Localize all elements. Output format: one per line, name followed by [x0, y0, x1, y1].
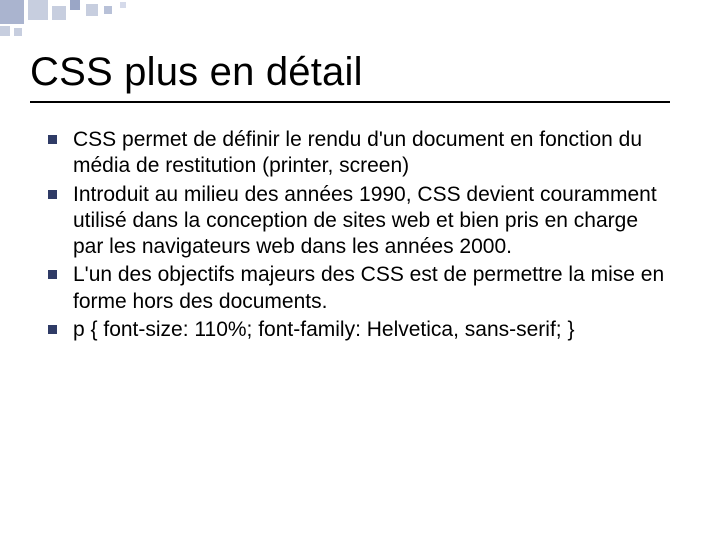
slide-title: CSS plus en détail	[30, 50, 690, 95]
list-item: Introduit au milieu des années 1990, CSS…	[48, 182, 690, 261]
slide: CSS plus en détail CSS permet de définir…	[30, 50, 690, 345]
title-underline	[30, 101, 670, 103]
list-item: L'un des objectifs majeurs des CSS est d…	[48, 262, 690, 315]
list-item: p { font-size: 110%; font-family: Helvet…	[48, 317, 690, 343]
list-item: CSS permet de définir le rendu d'un docu…	[48, 127, 690, 180]
list-item-text: CSS permet de définir le rendu d'un docu…	[73, 127, 673, 180]
square-bullet-icon	[48, 270, 57, 279]
list-item-text: p { font-size: 110%; font-family: Helvet…	[73, 317, 575, 343]
bullet-list: CSS permet de définir le rendu d'un docu…	[30, 127, 690, 343]
decorative-squares	[0, 0, 160, 36]
square-bullet-icon	[48, 325, 57, 334]
list-item-text: L'un des objectifs majeurs des CSS est d…	[73, 262, 673, 315]
square-bullet-icon	[48, 135, 57, 144]
list-item-text: Introduit au milieu des années 1990, CSS…	[73, 182, 673, 261]
square-bullet-icon	[48, 190, 57, 199]
